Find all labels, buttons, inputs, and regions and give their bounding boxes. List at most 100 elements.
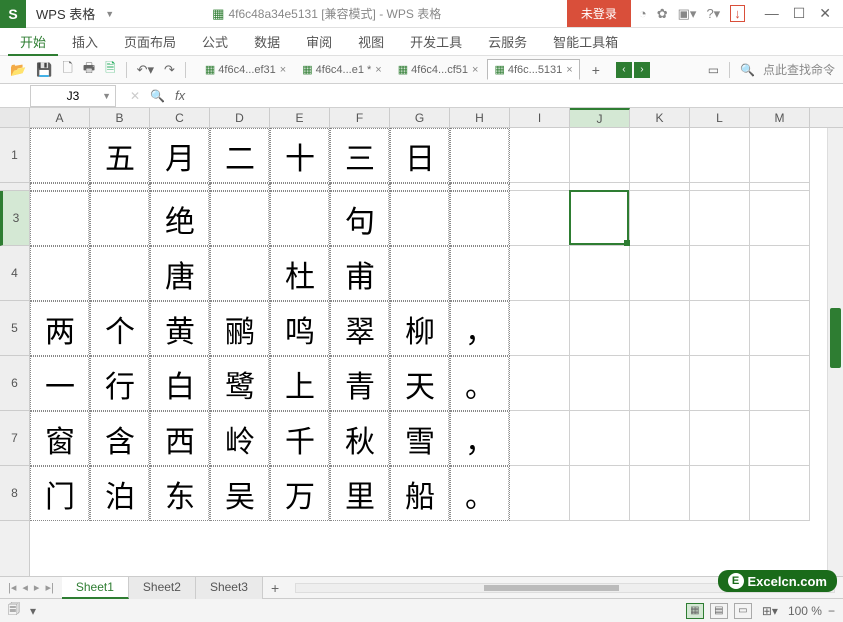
sheet-first-button[interactable]: |◂ [8, 581, 16, 594]
cell[interactable]: 窗 [30, 411, 90, 466]
cell[interactable] [90, 191, 150, 246]
menu-item-3[interactable]: 公式 [190, 27, 240, 56]
doc-tab-0[interactable]: ▦4f6c4...ef31× [198, 59, 293, 80]
menu-item-2[interactable]: 页面布局 [112, 27, 188, 56]
cell[interactable] [90, 183, 150, 191]
menu-item-8[interactable]: 云服务 [476, 27, 539, 56]
print-icon[interactable]: 🖶 [81, 59, 97, 81]
cell[interactable] [630, 466, 690, 521]
cell[interactable] [150, 183, 210, 191]
login-button[interactable]: 未登录 [567, 0, 631, 27]
cell[interactable] [270, 183, 330, 191]
cell[interactable]: 月 [150, 128, 210, 183]
cell[interactable]: 天 [390, 356, 450, 411]
menu-item-0[interactable]: 开始 [8, 27, 58, 56]
doc-tab-1[interactable]: ▦4f6c4...e1 *× [295, 59, 389, 80]
cell[interactable] [570, 183, 630, 191]
cell[interactable]: 上 [270, 356, 330, 411]
cell[interactable] [690, 128, 750, 183]
collapse-ribbon-icon[interactable]: ▭ [708, 63, 719, 77]
cell[interactable] [210, 246, 270, 301]
cell[interactable] [570, 128, 630, 183]
cell[interactable]: 船 [390, 466, 450, 521]
col-header-G[interactable]: G [390, 108, 450, 127]
cell[interactable] [390, 191, 450, 246]
cell[interactable] [30, 128, 90, 183]
doc-tab-3[interactable]: ▦4f6c...5131× [487, 59, 579, 80]
cell[interactable]: 三 [330, 128, 390, 183]
doc-tab-close-icon[interactable]: × [280, 64, 286, 76]
cell[interactable]: 门 [30, 466, 90, 521]
cell[interactable] [390, 246, 450, 301]
cell[interactable]: 甫 [330, 246, 390, 301]
cell[interactable]: 黄 [150, 301, 210, 356]
sheet-tab-Sheet1[interactable]: Sheet1 [62, 577, 129, 599]
cell[interactable] [510, 411, 570, 466]
row-header-6[interactable]: 6 [0, 356, 29, 411]
tab-prev-button[interactable]: ‹ [616, 62, 632, 78]
skin-icon[interactable]: ▣▾ [678, 6, 697, 22]
cancel-formula-icon[interactable]: ✕ [130, 89, 140, 103]
cell[interactable]: 个 [90, 301, 150, 356]
add-tab-button[interactable]: + [586, 62, 606, 78]
cell[interactable] [690, 301, 750, 356]
cell[interactable]: 吴 [210, 466, 270, 521]
cell[interactable]: 杜 [270, 246, 330, 301]
cell[interactable]: 含 [90, 411, 150, 466]
menu-item-6[interactable]: 视图 [346, 27, 396, 56]
cell[interactable] [750, 183, 810, 191]
col-header-I[interactable]: I [510, 108, 570, 127]
cell[interactable] [750, 128, 810, 183]
cell[interactable] [630, 183, 690, 191]
row-header-8[interactable]: 8 [0, 466, 29, 521]
maximize-button[interactable]: ☐ [793, 5, 806, 22]
vertical-scrollbar[interactable] [827, 128, 843, 576]
cell[interactable] [690, 466, 750, 521]
cell[interactable]: 千 [270, 411, 330, 466]
cell[interactable] [630, 356, 690, 411]
cell[interactable]: 西 [150, 411, 210, 466]
cell[interactable] [510, 466, 570, 521]
open-icon[interactable]: 📂 [8, 62, 28, 78]
cell[interactable] [630, 128, 690, 183]
sheet-prev-button[interactable]: ◂ [22, 581, 28, 594]
cell[interactable]: 句 [330, 191, 390, 246]
cell[interactable] [570, 301, 630, 356]
cell[interactable] [510, 246, 570, 301]
app-dropdown-icon[interactable]: ▼ [105, 9, 122, 19]
sheet-tab-Sheet2[interactable]: Sheet2 [129, 577, 196, 599]
menu-item-9[interactable]: 智能工具箱 [541, 27, 630, 56]
split-icon[interactable]: ⊞▾ [762, 604, 778, 618]
name-box-dropdown-icon[interactable]: ▼ [102, 91, 111, 101]
scrollbar-thumb[interactable] [830, 308, 841, 368]
cell[interactable]: 。 [450, 356, 510, 411]
cell[interactable] [750, 191, 810, 246]
cell[interactable]: 日 [390, 128, 450, 183]
reading-view-button[interactable]: ▭ [734, 603, 752, 619]
cell[interactable] [750, 466, 810, 521]
print-preview-icon[interactable]: 🗋 [60, 59, 74, 81]
cell[interactable]: 十 [270, 128, 330, 183]
feedback-icon[interactable]: ↓ [730, 5, 745, 22]
cell[interactable]: 唐 [150, 246, 210, 301]
cell[interactable]: 翠 [330, 301, 390, 356]
cell[interactable]: 。 [450, 466, 510, 521]
cell[interactable] [330, 183, 390, 191]
settings-icon[interactable]: ✿ [657, 6, 668, 22]
cell[interactable]: 一 [30, 356, 90, 411]
select-all-corner[interactable] [0, 108, 30, 128]
row-header-4[interactable]: 4 [0, 246, 29, 301]
menu-item-7[interactable]: 开发工具 [398, 27, 474, 56]
cells-area[interactable]: 五月二十三日绝句唐杜甫两个黄鹂鸣翠柳，一行白鹭上青天。窗含西岭千秋雪，门泊东吴万… [30, 128, 843, 521]
cell[interactable]: 白 [150, 356, 210, 411]
cell[interactable]: ， [450, 301, 510, 356]
cell[interactable] [750, 246, 810, 301]
row-header-1[interactable]: 1 [0, 128, 29, 183]
cell[interactable] [450, 191, 510, 246]
col-header-D[interactable]: D [210, 108, 270, 127]
redo-icon[interactable]: ↷ [162, 62, 177, 78]
cell[interactable]: 两 [30, 301, 90, 356]
cell[interactable] [450, 183, 510, 191]
doc-tab-close-icon[interactable]: × [375, 64, 381, 76]
cell[interactable]: 鹭 [210, 356, 270, 411]
